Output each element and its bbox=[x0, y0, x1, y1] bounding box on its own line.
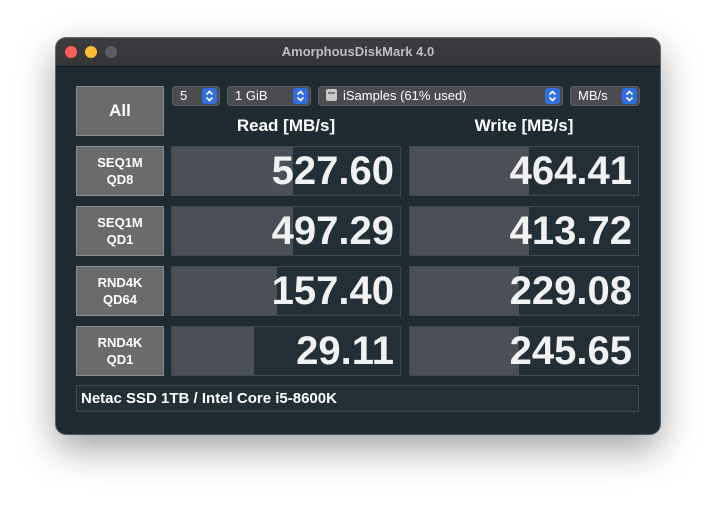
title-bar: AmorphousDiskMark 4.0 bbox=[56, 38, 660, 67]
read-value: 527.60 bbox=[271, 149, 394, 193]
test-label-line2: QD1 bbox=[106, 352, 134, 367]
drive-select-value: iSamples (61% used) bbox=[343, 88, 467, 103]
test-button-seq1m-qd1[interactable]: SEQ1M QD1 bbox=[76, 206, 164, 256]
drive-select[interactable]: iSamples (61% used) bbox=[318, 86, 563, 106]
test-label-line1: RND4K bbox=[97, 335, 143, 350]
disk-icon bbox=[326, 89, 337, 101]
read-value: 157.40 bbox=[271, 269, 394, 313]
test-button-rnd4k-qd64[interactable]: RND4K QD64 bbox=[76, 266, 164, 316]
write-result-seq1m-qd8: 464.41 bbox=[409, 146, 639, 196]
all-button[interactable]: All bbox=[76, 86, 164, 136]
app-window: AmorphousDiskMark 4.0 All 5 1 GiB iSampl… bbox=[56, 38, 660, 434]
window-title: AmorphousDiskMark 4.0 bbox=[281, 44, 435, 59]
test-label-line2: QD8 bbox=[106, 172, 134, 187]
write-value: 464.41 bbox=[509, 149, 632, 193]
read-result-seq1m-qd8: 527.60 bbox=[171, 146, 401, 196]
write-value: 413.72 bbox=[509, 209, 632, 253]
read-bar bbox=[172, 267, 277, 315]
test-label-line1: SEQ1M bbox=[97, 215, 143, 230]
read-result-seq1m-qd1: 497.29 bbox=[171, 206, 401, 256]
test-button-seq1m-qd8[interactable]: SEQ1M QD8 bbox=[76, 146, 164, 196]
write-result-rnd4k-qd1: 245.65 bbox=[409, 326, 639, 376]
read-value: 497.29 bbox=[271, 209, 394, 253]
chevron-updown-icon bbox=[545, 88, 560, 104]
read-result-rnd4k-qd64: 157.40 bbox=[171, 266, 401, 316]
test-label-line2: QD1 bbox=[106, 232, 134, 247]
read-column-header: Read [MB/s] bbox=[236, 116, 336, 135]
count-select-value: 5 bbox=[180, 88, 188, 103]
write-bar bbox=[410, 267, 520, 315]
write-value: 245.65 bbox=[509, 329, 632, 373]
count-select[interactable]: 5 bbox=[172, 86, 220, 106]
unit-select-value: MB/s bbox=[578, 88, 608, 103]
size-select-value: 1 GiB bbox=[235, 88, 268, 103]
chevron-updown-icon bbox=[202, 88, 217, 104]
chevron-updown-icon bbox=[293, 88, 308, 104]
write-value: 229.08 bbox=[509, 269, 632, 313]
chevron-updown-icon bbox=[622, 88, 637, 104]
read-result-rnd4k-qd1: 29.11 bbox=[171, 326, 401, 376]
test-button-rnd4k-qd1[interactable]: RND4K QD1 bbox=[76, 326, 164, 376]
write-bar bbox=[410, 327, 520, 375]
read-value: 29.11 bbox=[296, 329, 394, 373]
test-label-line1: SEQ1M bbox=[97, 155, 143, 170]
write-result-seq1m-qd1: 413.72 bbox=[409, 206, 639, 256]
unit-select[interactable]: MB/s bbox=[570, 86, 640, 106]
read-bar bbox=[172, 327, 255, 375]
comment-field[interactable]: Netac SSD 1TB / Intel Core i5-8600K bbox=[76, 385, 639, 412]
test-label-line2: QD64 bbox=[103, 292, 137, 307]
write-result-rnd4k-qd64: 229.08 bbox=[409, 266, 639, 316]
size-select[interactable]: 1 GiB bbox=[227, 86, 311, 106]
write-column-header: Write [MB/s] bbox=[474, 116, 574, 135]
test-label-line1: RND4K bbox=[97, 275, 143, 290]
